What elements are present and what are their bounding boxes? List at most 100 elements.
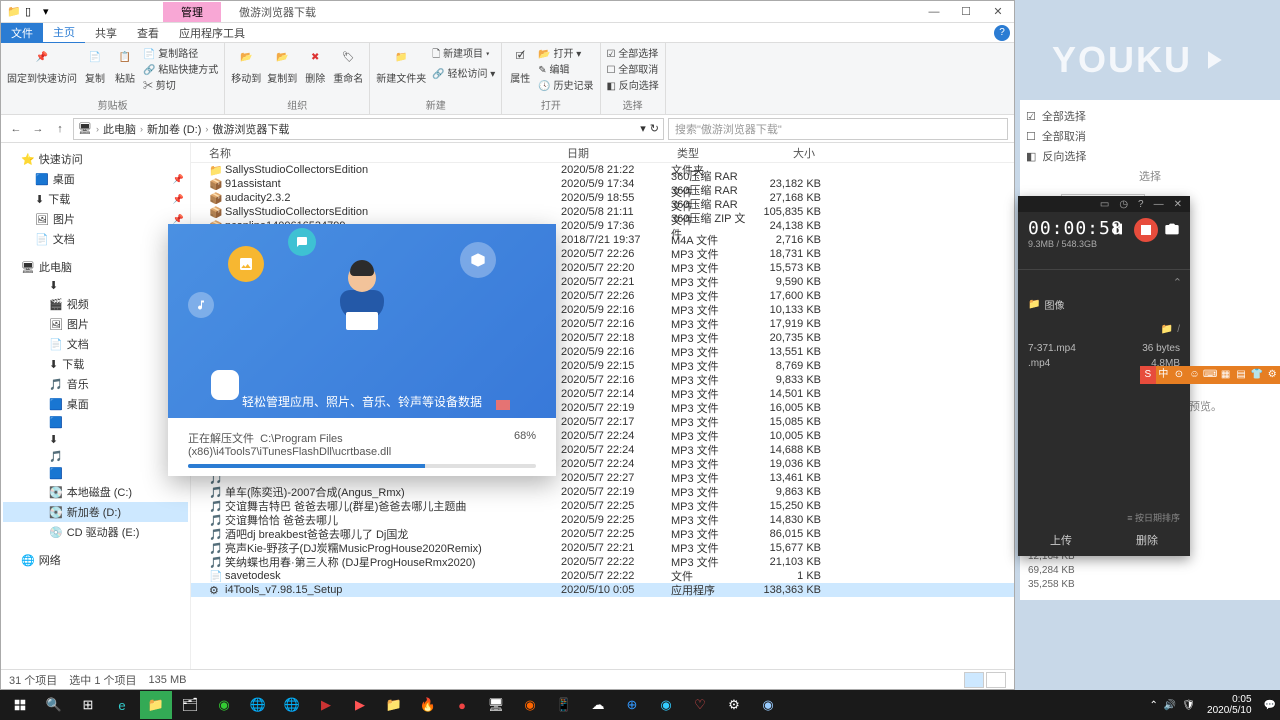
column-headers[interactable]: 名称 日期 类型 大小 xyxy=(191,143,1014,163)
crumb-dropdown[interactable]: ▾ xyxy=(640,122,646,135)
invert-selection[interactable]: ◧ 反向选择 xyxy=(607,77,659,92)
taskbar-app[interactable]: 🖥 xyxy=(480,691,512,719)
new-item[interactable]: 🗋 新建项目 ▾ xyxy=(432,45,495,64)
recorder-timer-icon[interactable]: ◷ xyxy=(1119,199,1128,210)
sidebar-videos[interactable]: 🎬 视频 xyxy=(3,294,188,314)
view-icons[interactable] xyxy=(986,672,1006,688)
recorder-close[interactable]: ✕ xyxy=(1174,199,1182,210)
sidebar-downloads-pc[interactable]: ⬇ 下载 xyxy=(3,354,188,374)
copy-path[interactable]: 📄 复制路径 xyxy=(143,45,218,60)
tab-file[interactable]: 文件 xyxy=(1,23,43,43)
sidebar-quick-access[interactable]: ⭐ 快速访问 xyxy=(3,149,188,169)
taskbar[interactable]: 🔍 ⊞ e 📁 🗂 ◉ 🌐 🌐 ▶ ▶ 📁 🔥 ● 🖥 ◉ 📱 ☁ ⊕ ◉ ♡ … xyxy=(0,690,1280,720)
contextual-tab-manage[interactable]: 管理 xyxy=(163,2,221,22)
sidebar-pictures[interactable]: 🖼 图片📌 xyxy=(3,209,188,229)
taskbar-explorer[interactable]: 📁 xyxy=(140,691,172,719)
taskbar-app[interactable]: ◉ xyxy=(752,691,784,719)
nav-forward[interactable]: → xyxy=(29,123,47,135)
taskbar-app[interactable]: ☁ xyxy=(582,691,614,719)
paste-shortcut[interactable]: 🔗 粘贴快捷方式 xyxy=(143,61,218,76)
search-icon[interactable]: 🔍 xyxy=(38,691,70,719)
delete-button[interactable]: ✖删除 xyxy=(303,45,327,85)
file-row[interactable]: ⚙i4Tools_v7.98.15_Setup2020/5/10 0:05应用程… xyxy=(191,583,1014,597)
taskbar-app[interactable]: ◉ xyxy=(514,691,546,719)
copy-button[interactable]: 📄复制 xyxy=(83,45,107,85)
taskbar-app[interactable]: ◉ xyxy=(208,691,240,719)
task-view-icon[interactable]: ⊞ xyxy=(72,691,104,719)
sidebar-desktop[interactable]: 🟦 桌面📌 xyxy=(3,169,188,189)
upload-button[interactable]: 上传 xyxy=(1050,532,1072,548)
nav-up[interactable]: ↑ xyxy=(51,123,69,135)
sidebar-d-drive[interactable]: 💽 新加卷 (D:) xyxy=(3,502,188,522)
clock[interactable]: 0:05 2020/5/10 xyxy=(1201,692,1258,718)
tab-app-tools[interactable]: 应用程序工具 xyxy=(169,23,255,43)
paste-button[interactable]: 📋粘贴 xyxy=(113,45,137,85)
select-all[interactable]: ☑ 全部选择 xyxy=(607,45,659,60)
taskbar-app[interactable]: 🗂 xyxy=(174,691,206,719)
move-to[interactable]: 📂移动到 xyxy=(231,45,261,85)
open-button[interactable]: 📂 打开 ▾ xyxy=(538,45,593,60)
file-row[interactable]: 📁SallysStudioCollectorsEdition2020/5/8 2… xyxy=(191,163,1014,177)
breadcrumb[interactable]: 🖥 › 此电脑 › 新加卷 (D:) › 傲游浏览器下载 ▾ ↻ xyxy=(73,118,664,140)
sort-label[interactable]: ≡ 按日期排序 xyxy=(1127,511,1180,524)
new-folder[interactable]: 📁新建文件夹 xyxy=(376,45,426,85)
properties-button[interactable]: 🗹属性 xyxy=(508,45,532,85)
ime-toolbar[interactable]: S中⊙☺⌨▦▤👕⚙ xyxy=(1140,366,1280,384)
sidebar-documents[interactable]: 📄 文档📌 xyxy=(3,229,188,249)
nav-back[interactable]: ← xyxy=(7,123,25,135)
taskbar-app[interactable]: ⚙ xyxy=(718,691,750,719)
recorder-minimize[interactable]: — xyxy=(1154,199,1164,210)
screen-recorder-panel[interactable]: ▭ ◷ ? — ✕ 00:00:58 9.3MB / 548.3GB ⌃ 📁 图… xyxy=(1018,196,1190,556)
sidebar-cd-drive[interactable]: 💿 CD 驱动器 (E:) xyxy=(3,522,188,542)
edit-button[interactable]: ✎ 编辑 xyxy=(538,61,593,76)
tab-home[interactable]: 主页 xyxy=(43,22,85,44)
pin-quick-access[interactable]: 📌固定到快速访问 xyxy=(7,45,77,85)
recorder-help-icon[interactable]: ? xyxy=(1138,199,1144,210)
sidebar-network[interactable]: 🌐 网络 xyxy=(3,550,188,570)
help-button[interactable]: ? xyxy=(994,25,1010,41)
taskbar-app[interactable]: 🌐 xyxy=(242,691,274,719)
taskbar-app[interactable]: ▶ xyxy=(310,691,342,719)
rename-button[interactable]: 🏷重命名 xyxy=(333,45,363,85)
sidebar-c-drive[interactable]: 💽 本地磁盘 (C:) xyxy=(3,482,188,502)
recorder-section-images[interactable]: 📁 图像 xyxy=(1018,291,1190,318)
refresh-button[interactable]: ↻ xyxy=(650,122,659,135)
taskbar-edge[interactable]: e xyxy=(106,691,138,719)
minimize-button[interactable]: — xyxy=(918,1,950,23)
taskbar-app[interactable]: 📁 xyxy=(378,691,410,719)
file-row[interactable]: 📄savetodesk2020/5/7 22:22文件1 KB xyxy=(191,569,1014,583)
tab-view[interactable]: 查看 xyxy=(127,23,169,43)
file-row[interactable]: 🎵酒吧dj breakbest爸爸去哪儿了 Dj国龙2020/5/7 22:25… xyxy=(191,527,1014,541)
recorder-folder-icon[interactable]: ▭ xyxy=(1100,199,1109,210)
stop-button[interactable] xyxy=(1134,218,1158,242)
cut-button[interactable]: ✂ 剪切 xyxy=(143,77,218,92)
easy-access[interactable]: 🔗 轻松访问 ▾ xyxy=(432,65,495,80)
taskbar-app[interactable]: ● xyxy=(446,691,478,719)
taskbar-app[interactable]: 🌐 xyxy=(276,691,308,719)
file-row[interactable]: 🎵笑纳蝶也用春·第三人称 (DJ星ProgHouseRmx2020)2020/5… xyxy=(191,555,1014,569)
copy-to[interactable]: 📂复制到 xyxy=(267,45,297,85)
sidebar-desktop-pc[interactable]: 🟦 桌面 xyxy=(3,394,188,414)
taskbar-app[interactable]: ⊕ xyxy=(616,691,648,719)
taskbar-app[interactable]: ▶ xyxy=(344,691,376,719)
taskbar-app[interactable]: 📱 xyxy=(548,691,580,719)
taskbar-app[interactable]: ♡ xyxy=(684,691,716,719)
file-row[interactable]: 🎵亮声Kie-野孩子(DJ炭糯MusicProgHouse2020Remix)2… xyxy=(191,541,1014,555)
file-row[interactable]: 📦audacity2.3.22020/5/9 18:55360压缩 RAR 文件… xyxy=(191,191,1014,205)
select-none[interactable]: ☐ 全部取消 xyxy=(607,61,659,76)
screenshot-button[interactable] xyxy=(1164,221,1182,239)
titlebar[interactable]: 📁 ▯ ▾ 管理 傲游浏览器下载 — ☐ ✕ xyxy=(1,1,1014,23)
view-details[interactable] xyxy=(964,672,984,688)
system-tray[interactable]: ⌃🔊🛡 0:05 2020/5/10 💬 xyxy=(1150,692,1277,718)
file-row[interactable]: 📦91assistant2020/5/9 17:34360压缩 RAR 文件23… xyxy=(191,177,1014,191)
search-input[interactable]: 搜索"傲游浏览器下载" xyxy=(668,118,1008,140)
sidebar-documents-pc[interactable]: 📄 文档 xyxy=(3,334,188,354)
pause-button[interactable] xyxy=(1110,221,1128,239)
file-row[interactable]: 🎵单车(陈奕迅)-2007合成(Angus_Rmx)2020/5/7 22:19… xyxy=(191,485,1014,499)
sidebar-downloads[interactable]: ⬇ 下载📌 xyxy=(3,189,188,209)
sidebar-this-pc[interactable]: 🖥 此电脑 xyxy=(3,257,188,277)
recorder-file[interactable]: 7-371.mp436 bytes xyxy=(1018,341,1190,356)
file-row[interactable]: 🎵交谊舞吉特巴 爸爸去哪儿(群星)爸爸去哪儿主题曲2020/5/7 22:25M… xyxy=(191,499,1014,513)
qat-dropdown[interactable]: ▾ xyxy=(43,5,57,19)
sidebar-pictures-pc[interactable]: 🖼 图片 xyxy=(3,314,188,334)
